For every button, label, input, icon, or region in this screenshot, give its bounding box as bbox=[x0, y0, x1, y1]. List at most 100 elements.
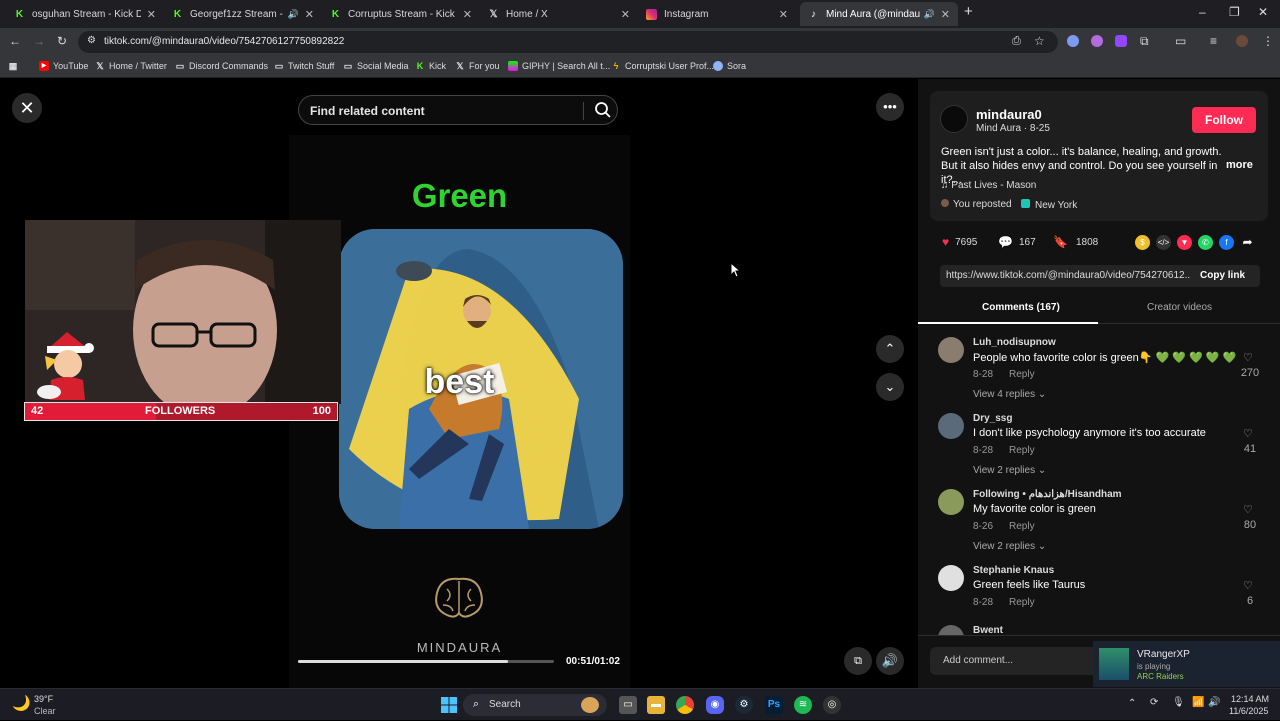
browser-tab[interactable]: K Corruptus Stream - Kick Dashb ✕ bbox=[322, 2, 480, 26]
location-tag[interactable]: New York bbox=[1021, 199, 1077, 211]
address-bar[interactable]: ⚙ tiktok.com/@mindaura0/video/7542706127… bbox=[78, 31, 1058, 53]
comment-username[interactable]: Dry_ssg bbox=[973, 413, 1012, 424]
extension-icon[interactable] bbox=[1091, 35, 1103, 47]
close-tab-icon[interactable]: ✕ bbox=[941, 8, 950, 21]
browser-tab[interactable]: 𝕏 Home / X ✕ bbox=[480, 2, 638, 26]
chrome-icon[interactable] bbox=[676, 696, 694, 714]
comment-like-icon[interactable]: ♡ bbox=[1243, 427, 1253, 440]
twitch-extension-icon[interactable] bbox=[1115, 35, 1127, 47]
picture-in-picture-icon[interactable]: ⧉ bbox=[844, 647, 872, 675]
comment-username[interactable]: Luh_nodisupnow bbox=[973, 337, 1056, 348]
embed-icon[interactable]: </> bbox=[1156, 235, 1171, 250]
extension-icon[interactable] bbox=[1067, 35, 1079, 47]
close-video-button[interactable]: ✕ bbox=[12, 93, 42, 123]
bookmark-star-icon[interactable]: ☆ bbox=[1034, 34, 1045, 48]
back-icon[interactable]: ← bbox=[9, 34, 21, 48]
comment-username[interactable]: Bwent bbox=[973, 625, 1003, 635]
bookmark-folder-twitch[interactable]: ▭ Twitch Stuff bbox=[274, 61, 335, 71]
tray-overflow-icon[interactable]: ⌃ bbox=[1128, 698, 1136, 709]
search-input[interactable]: Find related content bbox=[298, 95, 618, 125]
comment-like-icon[interactable]: ♡ bbox=[1243, 503, 1253, 516]
windows-start-icon[interactable] bbox=[440, 696, 458, 714]
search-icon[interactable] bbox=[593, 100, 613, 125]
obs-icon[interactable]: ◎ bbox=[823, 696, 841, 714]
facebook-icon[interactable]: f bbox=[1219, 235, 1234, 250]
close-tab-icon[interactable]: ✕ bbox=[463, 8, 472, 21]
reload-icon[interactable]: ↻ bbox=[57, 34, 67, 48]
comment-avatar[interactable] bbox=[938, 565, 964, 591]
file-explorer-icon[interactable]: ▬ bbox=[647, 696, 665, 714]
task-view-icon[interactable]: ▭ bbox=[619, 696, 637, 714]
browser-tab[interactable]: K Georgef1zz Stream - Watch 🔊 ✕ bbox=[164, 2, 322, 26]
reply-button[interactable]: Reply bbox=[1009, 521, 1035, 532]
taskbar-search[interactable]: ⌕ Search bbox=[463, 694, 607, 716]
view-replies-button[interactable]: View 4 replies ⌄ bbox=[973, 389, 1046, 400]
steam-notification[interactable]: VRangerXP is playing ARC Raiders bbox=[1093, 641, 1280, 687]
more-options-button[interactable]: ••• bbox=[876, 93, 904, 121]
comment-avatar[interactable] bbox=[938, 625, 964, 635]
wifi-icon[interactable]: 📶 bbox=[1192, 697, 1204, 708]
reply-button[interactable]: Reply bbox=[1009, 369, 1035, 380]
save-button[interactable]: 🔖 1808 bbox=[1053, 235, 1098, 249]
comment-avatar[interactable] bbox=[938, 489, 964, 515]
bookmark-twitter[interactable]: 𝕏 Home / Twitter bbox=[95, 61, 167, 71]
music-row[interactable]: ♫ Past Lives - Mason bbox=[941, 180, 1036, 191]
clock-time[interactable]: 12:14 AM bbox=[1231, 694, 1269, 704]
site-info-icon[interactable]: ⚙ bbox=[87, 35, 96, 46]
comment-avatar[interactable] bbox=[938, 413, 964, 439]
follow-button[interactable]: Follow bbox=[1192, 107, 1256, 133]
bookmark-sora[interactable]: Sora bbox=[713, 61, 746, 71]
video-player[interactable]: Green best MINDAURA bbox=[289, 135, 630, 688]
photoshop-icon[interactable]: Ps bbox=[765, 696, 783, 714]
close-tab-icon[interactable]: ✕ bbox=[147, 8, 156, 21]
previous-video-button[interactable]: ⌃ bbox=[876, 335, 904, 363]
close-tab-icon[interactable]: ✕ bbox=[621, 8, 630, 21]
bookmark-folder-social[interactable]: ▭ Social Media bbox=[343, 61, 409, 71]
add-comment-input[interactable]: Add comment... bbox=[930, 647, 1100, 675]
close-tab-icon[interactable]: ✕ bbox=[779, 8, 788, 21]
close-window-button[interactable]: ✕ bbox=[1258, 5, 1268, 19]
tab-creator-videos[interactable]: Creator videos bbox=[1147, 302, 1212, 313]
comment-like-icon[interactable]: ♡ bbox=[1243, 579, 1253, 592]
microphone-icon[interactable]: 🎙 bbox=[1172, 697, 1185, 708]
spotify-icon[interactable]: ≋ bbox=[794, 696, 812, 714]
reply-button[interactable]: Reply bbox=[1009, 597, 1035, 608]
view-replies-button[interactable]: View 2 replies ⌄ bbox=[973, 541, 1046, 552]
extensions-puzzle-icon[interactable]: ⧉ bbox=[1140, 34, 1149, 49]
bookmark-kick[interactable]: K Kick bbox=[415, 61, 446, 71]
steam-icon[interactable]: ⚙ bbox=[735, 696, 753, 714]
comment-username[interactable]: Following • هزاندهام/Hisandham bbox=[973, 489, 1122, 500]
weather-icon[interactable]: 🌙 bbox=[12, 694, 31, 712]
browser-tab[interactable]: K osguhan Stream - Kick Dashbo ✕ bbox=[6, 2, 164, 26]
bookmark-youtube[interactable]: ▶ YouTube bbox=[39, 61, 88, 71]
coin-share-icon[interactable]: $ bbox=[1135, 235, 1150, 250]
bookmark-giphy[interactable]: GIPHY | Search All t... bbox=[508, 61, 610, 71]
close-tab-icon[interactable]: ✕ bbox=[305, 8, 314, 21]
forward-icon[interactable]: → bbox=[33, 34, 45, 48]
share-arrow-icon[interactable]: ➦ bbox=[1240, 235, 1255, 250]
comment-button[interactable]: 💬 167 bbox=[998, 235, 1036, 249]
speaker-icon[interactable]: 🔊 bbox=[288, 9, 299, 20]
browser-tab[interactable]: Instagram ✕ bbox=[638, 2, 796, 26]
reply-button[interactable]: Reply bbox=[1009, 445, 1035, 456]
tray-app-icon[interactable]: ⟳ bbox=[1150, 697, 1158, 708]
bookmark-for-you[interactable]: 𝕏 For you bbox=[455, 61, 499, 71]
next-video-button[interactable]: ⌄ bbox=[876, 373, 904, 401]
comment-avatar[interactable] bbox=[938, 337, 964, 363]
apps-grid-icon[interactable]: ▦ bbox=[8, 61, 22, 71]
send-icon[interactable]: ▼ bbox=[1177, 235, 1192, 250]
whatsapp-icon[interactable]: ✆ bbox=[1198, 235, 1213, 250]
tab-comments[interactable]: Comments (167) bbox=[982, 302, 1060, 313]
bookmark-folder-discord[interactable]: ▭ Discord Commands bbox=[175, 61, 268, 71]
comment-like-icon[interactable]: ♡ bbox=[1243, 351, 1253, 364]
clock-date[interactable]: 11/6/2025 bbox=[1229, 706, 1268, 716]
description-more-link[interactable]: more bbox=[1226, 159, 1253, 171]
comment-username[interactable]: Stephanie Knaus bbox=[973, 565, 1054, 576]
menu-icon[interactable]: ⋮ bbox=[1262, 34, 1274, 48]
view-replies-button[interactable]: View 2 replies ⌄ bbox=[973, 465, 1046, 476]
copy-link-button[interactable]: Copy link bbox=[1200, 270, 1245, 281]
video-progress-bar[interactable] bbox=[298, 660, 554, 663]
browser-tab-active[interactable]: ♪ Mind Aura (@mindaura0) | 🔊 ✕ bbox=[800, 2, 958, 26]
like-button[interactable]: ♥ 7695 bbox=[942, 235, 977, 249]
bookmark-corruptski[interactable]: ϟ Corruptski User Prof... bbox=[611, 61, 714, 71]
